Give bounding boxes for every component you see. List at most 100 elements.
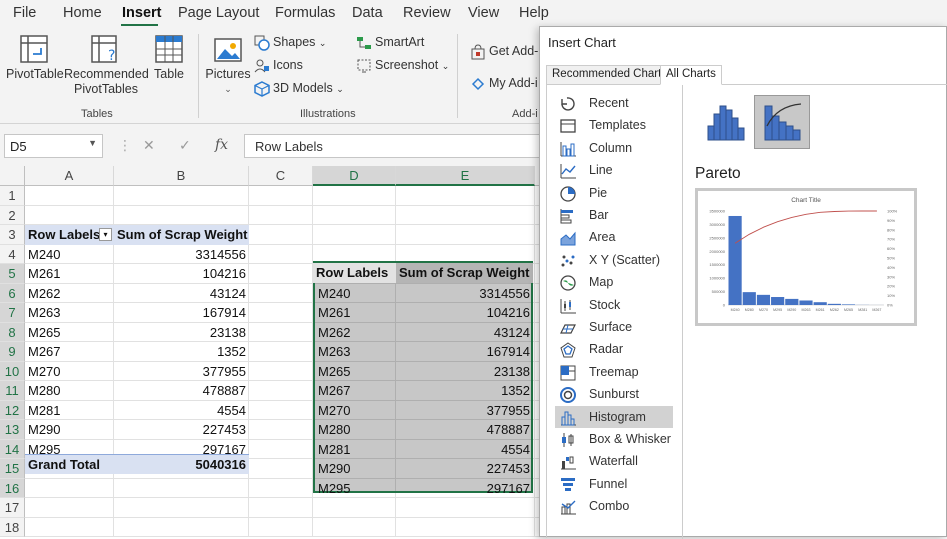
copy-row-value[interactable]: 227453 xyxy=(396,459,533,479)
menu-home[interactable]: Home xyxy=(63,5,102,21)
histogram-subtype-button[interactable] xyxy=(699,95,755,149)
copy-row-value[interactable]: 377955 xyxy=(396,401,533,421)
copy-row-label[interactable]: M290 xyxy=(315,459,396,479)
copy-row-value[interactable]: 297167 xyxy=(396,479,533,499)
insert-function-icon[interactable]: fx xyxy=(215,134,228,158)
copy-row-value[interactable]: 3314556 xyxy=(396,284,533,304)
pivot-row-label[interactable]: M265 xyxy=(25,323,114,343)
column-header-c[interactable]: C xyxy=(249,166,313,186)
copy-row-label[interactable]: M262 xyxy=(315,323,396,343)
3d-models-button[interactable]: 3D Models ⌄ xyxy=(254,79,344,97)
row-header[interactable]: 1 xyxy=(0,186,25,206)
pivot-header-label[interactable]: Row Labels ▾ xyxy=(25,225,114,245)
pivot-row-label[interactable]: M270 xyxy=(25,362,114,382)
row-header[interactable]: 9 xyxy=(0,342,25,362)
pivot-row-label[interactable]: M281 xyxy=(25,401,114,421)
pivot-row-value[interactable]: 377955 xyxy=(114,362,249,382)
get-addins-button[interactable]: Get Add- xyxy=(470,42,538,60)
chevron-down-icon[interactable]: ▼ xyxy=(88,138,97,148)
shapes-button[interactable]: Shapes ⌄ xyxy=(254,33,326,51)
pivot-row-label[interactable]: M240 xyxy=(25,245,114,265)
smartart-button[interactable]: SmartArt xyxy=(356,33,424,51)
copy-row-label[interactable]: M280 xyxy=(315,420,396,440)
row-header[interactable]: 7 xyxy=(0,303,25,323)
column-header-d[interactable]: D xyxy=(313,166,396,186)
row-header[interactable]: 10 xyxy=(0,362,25,382)
copy-row-label[interactable]: M281 xyxy=(315,440,396,460)
pivot-row-label[interactable]: M267 xyxy=(25,342,114,362)
pivot-grand-total-value[interactable]: 5040316 xyxy=(114,454,249,474)
formula-input[interactable]: Row Labels xyxy=(244,134,544,158)
copy-header-label[interactable]: Row Labels xyxy=(313,263,396,283)
row-header[interactable]: 14 xyxy=(0,440,25,460)
chart-type-bar[interactable]: Bar xyxy=(555,204,673,226)
pivot-row-value[interactable]: 104216 xyxy=(114,264,249,284)
pivot-row-label[interactable]: M263 xyxy=(25,303,114,323)
chart-type-treemap[interactable]: Treemap xyxy=(555,361,673,383)
chart-type-radar[interactable]: Radar xyxy=(555,338,673,360)
chart-type-area[interactable]: Area xyxy=(555,226,673,248)
tab-recommended-charts[interactable]: Recommended Charts xyxy=(546,65,673,85)
my-addins-button[interactable]: My Add-i xyxy=(470,74,538,92)
cancel-icon[interactable]: ✕ xyxy=(143,134,155,158)
row-header[interactable]: 11 xyxy=(0,381,25,401)
pivot-row-value[interactable]: 43124 xyxy=(114,284,249,304)
menu-file[interactable]: File xyxy=(13,5,36,21)
column-header-b[interactable]: B xyxy=(114,166,249,186)
chart-type-box-whisker[interactable]: Box & Whisker xyxy=(555,428,673,450)
pivot-grand-total-label[interactable]: Grand Total xyxy=(25,454,114,474)
copy-row-value[interactable]: 167914 xyxy=(396,342,533,362)
icons-button[interactable]: Icons xyxy=(254,56,303,74)
row-header[interactable]: 16 xyxy=(0,479,25,499)
row-header[interactable]: 13 xyxy=(0,420,25,440)
chart-type-recent[interactable]: Recent xyxy=(555,92,673,114)
copy-row-value[interactable]: 4554 xyxy=(396,440,533,460)
menu-insert[interactable]: Insert xyxy=(122,5,162,21)
copy-row-value[interactable]: 478887 xyxy=(396,420,533,440)
copy-row-label[interactable]: M270 xyxy=(315,401,396,421)
row-header[interactable]: 6 xyxy=(0,284,25,304)
row-header[interactable]: 18 xyxy=(0,518,25,538)
row-header[interactable]: 15 xyxy=(0,459,25,479)
menu-data[interactable]: Data xyxy=(352,5,383,21)
copy-row-label[interactable]: M265 xyxy=(315,362,396,382)
column-header-a[interactable]: A xyxy=(25,166,114,186)
select-all-corner[interactable] xyxy=(0,166,25,186)
copy-row-label[interactable]: M295 xyxy=(315,479,396,499)
chart-type-templates[interactable]: Templates xyxy=(555,114,673,136)
pivot-row-label[interactable]: M261 xyxy=(25,264,114,284)
row-header[interactable]: 5 xyxy=(0,264,25,284)
chart-type-surface[interactable]: Surface xyxy=(555,316,673,338)
pivot-row-value[interactable]: 167914 xyxy=(114,303,249,323)
chart-type-sunburst[interactable]: Sunburst xyxy=(555,383,673,405)
pivot-row-value[interactable]: 227453 xyxy=(114,420,249,440)
chart-type-scatter[interactable]: X Y (Scatter) xyxy=(555,249,673,271)
pictures-button[interactable]: Pictures ⌄ xyxy=(205,36,251,97)
pivot-row-value[interactable]: 1352 xyxy=(114,342,249,362)
copy-row-label[interactable]: M263 xyxy=(315,342,396,362)
recommended-pivottables-button[interactable]: ? Recommended PivotTables xyxy=(64,34,148,97)
menu-formulas[interactable]: Formulas xyxy=(275,5,335,21)
menu-review[interactable]: Review xyxy=(403,5,451,21)
row-header[interactable]: 8 xyxy=(0,323,25,343)
screenshot-button[interactable]: Screenshot ⌄ xyxy=(356,56,449,74)
pivot-row-label[interactable]: M262 xyxy=(25,284,114,304)
row-header[interactable]: 17 xyxy=(0,498,25,518)
chart-type-pie[interactable]: Pie xyxy=(555,182,673,204)
column-header-e[interactable]: E xyxy=(396,166,535,186)
menu-help[interactable]: Help xyxy=(519,5,549,21)
filter-dropdown-icon[interactable]: ▾ xyxy=(99,228,112,241)
chart-type-combo[interactable]: Combo xyxy=(555,495,673,517)
copy-row-label[interactable]: M240 xyxy=(315,284,396,304)
name-box[interactable]: D5 ▼ xyxy=(4,134,103,158)
enter-icon[interactable]: ✓ xyxy=(179,134,191,158)
pivottable-button[interactable]: PivotTable xyxy=(6,34,62,82)
copy-row-label[interactable]: M261 xyxy=(315,303,396,323)
menu-view[interactable]: View xyxy=(468,5,499,21)
copy-row-value[interactable]: 23138 xyxy=(396,362,533,382)
copy-row-value[interactable]: 1352 xyxy=(396,381,533,401)
copy-row-value[interactable]: 104216 xyxy=(396,303,533,323)
chart-type-waterfall[interactable]: Waterfall xyxy=(555,450,673,472)
pivot-row-value[interactable]: 478887 xyxy=(114,381,249,401)
row-header[interactable]: 3 xyxy=(0,225,25,245)
